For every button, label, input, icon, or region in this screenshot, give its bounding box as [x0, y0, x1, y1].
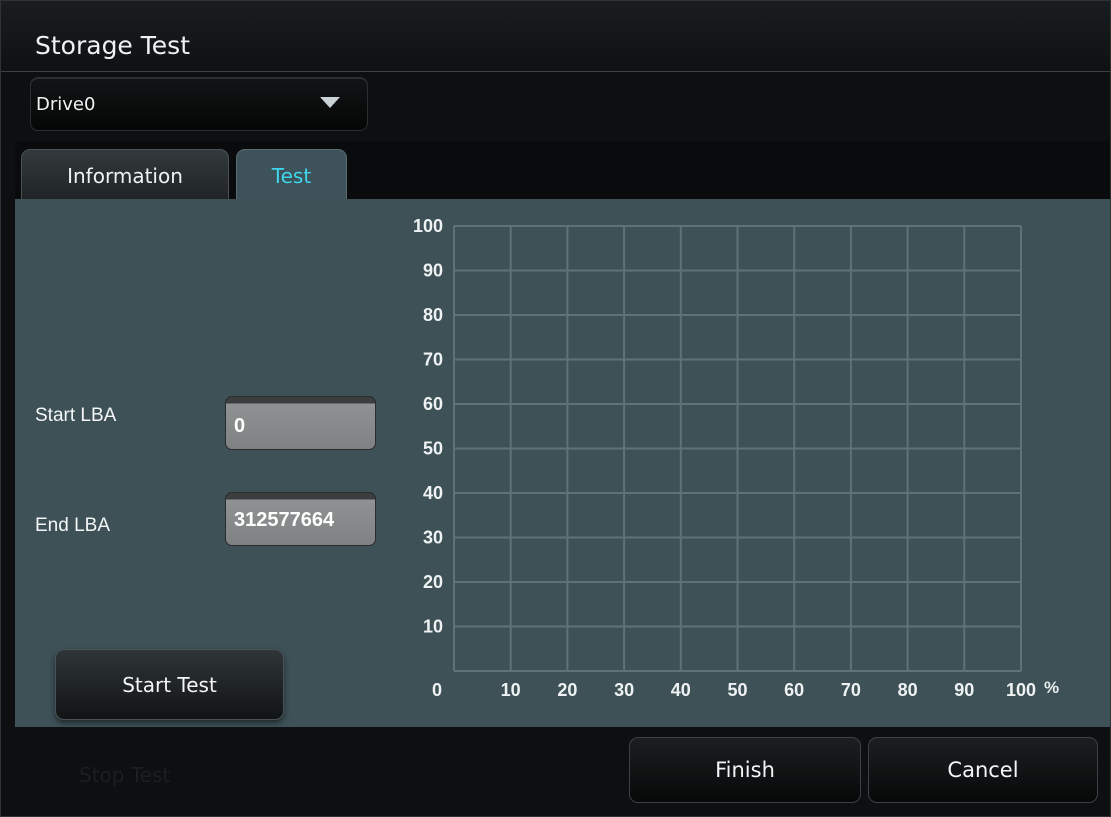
x-tick-label: 50: [727, 680, 747, 700]
x-tick-label: 70: [841, 680, 861, 700]
x-tick-label: 80: [898, 680, 918, 700]
window-title: Storage Test: [35, 31, 190, 60]
y-tick-label: 70: [423, 350, 443, 370]
drive-select-value: Drive0: [36, 94, 96, 115]
title-bar: Storage Test: [1, 1, 1110, 72]
chevron-down-icon: [320, 97, 340, 108]
y-tick-label: 20: [423, 572, 443, 592]
x-tick-label: 90: [954, 680, 974, 700]
end-lba-label: End LBA: [35, 515, 110, 536]
x-tick-label: 100: [1006, 680, 1036, 700]
start-lba-field[interactable]: 0: [225, 396, 376, 450]
x-tick-label: 0: [432, 680, 442, 700]
y-axis-ticks: 100 90 80 70 60 50 40 30 20 10: [413, 216, 443, 637]
end-lba-value: 312577664: [234, 509, 335, 531]
y-tick-label: 90: [423, 261, 443, 281]
start-lba-value: 0: [234, 415, 246, 437]
end-lba-field[interactable]: 312577664: [225, 492, 376, 546]
y-tick-label: 10: [423, 617, 443, 637]
tab-information[interactable]: Information: [21, 149, 229, 201]
x-axis-unit-label: %: [1044, 678, 1059, 697]
y-tick-label: 50: [423, 439, 443, 459]
x-tick-label: 60: [784, 680, 804, 700]
y-tick-label: 80: [423, 305, 443, 325]
y-tick-label: 100: [413, 216, 443, 236]
start-lba-label: Start LBA: [35, 405, 117, 426]
x-axis-ticks: 0 10 20 30 40 50 60 70 80 90 100: [432, 680, 1036, 700]
storage-test-window: Storage Test Drive0 Information Test Sta…: [0, 0, 1111, 817]
stop-test-button[interactable]: Stop Test: [79, 763, 170, 787]
drive-select[interactable]: Drive0: [30, 77, 368, 131]
tab-test[interactable]: Test: [236, 149, 347, 201]
x-tick-label: 10: [501, 680, 521, 700]
finish-button[interactable]: Finish: [629, 737, 861, 803]
x-tick-label: 30: [614, 680, 634, 700]
x-tick-label: 40: [671, 680, 691, 700]
y-tick-label: 60: [423, 394, 443, 414]
y-tick-label: 30: [423, 528, 443, 548]
y-tick-label: 40: [423, 483, 443, 503]
start-test-button[interactable]: Start Test: [55, 649, 284, 720]
cancel-button[interactable]: Cancel: [868, 737, 1098, 803]
test-chart: 100 90 80 70 60 50 40 30 20 10 0 10 20 30 40 50 60 70 80 9…: [413, 216, 1059, 700]
chart-grid: [453, 225, 1022, 672]
x-tick-label: 20: [557, 680, 577, 700]
